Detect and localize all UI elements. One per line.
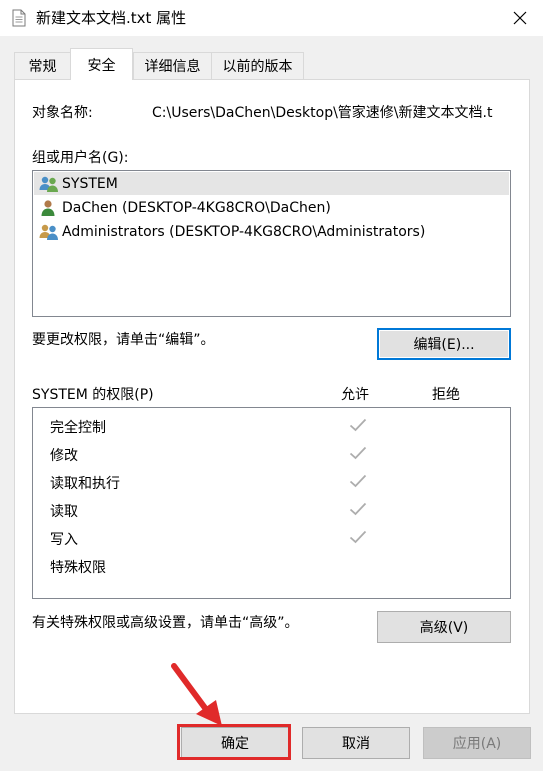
object-name-label: 对象名称: — [32, 105, 93, 121]
security-panel: 对象名称: C:\Users\DaChen\Desktop\管家速修\新建文本文… — [14, 79, 530, 714]
permission-row: 读取 — [34, 496, 509, 524]
group-icon — [39, 224, 58, 240]
cancel-button[interactable]: 取消 — [302, 727, 410, 759]
list-item[interactable]: SYSTEM — [34, 172, 509, 195]
advanced-text: 有关特殊权限或高级设置，请单击“高级”。 — [32, 615, 299, 631]
permission-row: 修改 — [34, 440, 509, 468]
advanced-button[interactable]: 高级(V) — [377, 611, 511, 643]
checkmark-icon — [349, 474, 367, 488]
checkmark-icon — [349, 502, 367, 516]
close-icon — [513, 11, 527, 25]
permission-row: 写入 — [34, 524, 509, 552]
checkmark-icon — [349, 530, 367, 544]
red-arrow-icon — [171, 663, 222, 726]
title-bar: 新建文本文档.txt 属性 — [0, 0, 543, 36]
tab-security[interactable]: 安全 — [70, 48, 133, 80]
group-label: 组或用户名(G): — [32, 150, 129, 166]
user-list[interactable]: SYSTEM DaChen (DESKTOP-4KG8CRO\DaChen) A… — [32, 170, 511, 317]
text-file-icon — [12, 9, 26, 27]
change-permission-text: 要更改权限，请单击“编辑”。 — [32, 332, 215, 348]
permission-list[interactable]: 完全控制 修改 读取和执行 读取 写入 特殊权限 — [32, 407, 511, 599]
permission-row: 读取和执行 — [34, 468, 509, 496]
window-title: 新建文本文档.txt 属性 — [36, 9, 187, 27]
permission-row: 特殊权限 — [50, 560, 106, 576]
apply-button[interactable]: 应用(A) — [423, 727, 531, 759]
edit-button[interactable]: 编辑(E)... — [377, 328, 511, 360]
object-name-value: C:\Users\DaChen\Desktop\管家速修\新建文本文档.t — [152, 105, 493, 121]
checkmark-icon — [349, 446, 367, 460]
permission-header: SYSTEM 的权限(P) — [32, 387, 154, 403]
user-icon — [41, 199, 55, 216]
checkmark-icon — [349, 418, 367, 432]
close-button[interactable] — [497, 0, 543, 36]
tab-previous-versions[interactable]: 以前的版本 — [211, 52, 304, 79]
tab-details[interactable]: 详细信息 — [133, 52, 212, 79]
tab-general[interactable]: 常规 — [14, 52, 71, 79]
permission-row: 完全控制 — [34, 412, 509, 440]
list-item[interactable]: DaChen (DESKTOP-4KG8CRO\DaChen) — [34, 196, 509, 219]
list-item[interactable]: Administrators (DESKTOP-4KG8CRO\Administ… — [34, 220, 509, 243]
group-icon — [39, 176, 58, 192]
allow-header: 允许 — [341, 387, 369, 403]
deny-header: 拒绝 — [432, 387, 460, 403]
